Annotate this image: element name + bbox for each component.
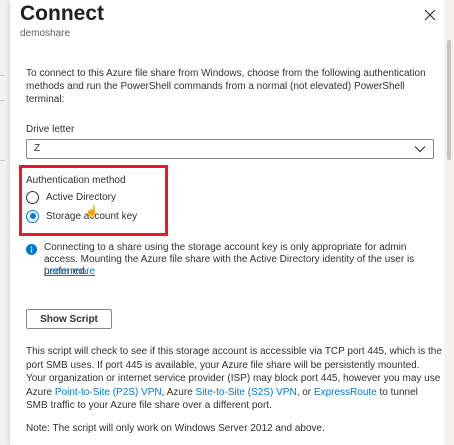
show-script-button[interactable]: Show Script: [26, 309, 112, 329]
radio-storage-account-key[interactable]: Storage account key: [26, 209, 137, 223]
page-scrollbar[interactable]: [444, 0, 454, 445]
radio-active-directory[interactable]: Active Directory: [26, 190, 116, 204]
s2s-vpn-link[interactable]: Site-to-Site (S2S) VPN: [196, 387, 297, 398]
radio-button-selected[interactable]: [26, 209, 39, 223]
drive-letter-label: Drive letter: [26, 124, 75, 135]
expressroute-link[interactable]: ExpressRoute: [314, 387, 377, 398]
chevron-down-icon: [414, 146, 426, 153]
close-button[interactable]: [424, 9, 436, 21]
script-description-text: , Azure: [161, 386, 196, 398]
panel-subtitle: demoshare: [20, 28, 71, 39]
panel-title: Connect: [20, 2, 104, 25]
drive-letter-dropdown[interactable]: Z: [26, 139, 434, 159]
background-divider: [0, 75, 5, 76]
close-icon: [424, 9, 436, 21]
learn-more-link[interactable]: Learn more: [44, 266, 95, 277]
background-divider: [0, 160, 5, 161]
radio-button[interactable]: [26, 190, 39, 204]
scrollbar-thumb[interactable]: [447, 40, 451, 160]
info-icon: [26, 244, 37, 255]
p2s-vpn-link[interactable]: Point-to-Site (P2S) VPN: [55, 387, 162, 398]
radio-label: Active Directory: [46, 191, 117, 203]
connect-panel: Connect demoshare To connect to this Azu…: [10, 0, 444, 445]
info-message: Connecting to a share using the storage …: [44, 242, 415, 277]
background-divider: [0, 100, 5, 101]
script-description: This script will check to see if this st…: [26, 345, 442, 413]
auth-method-label: Authentication method: [26, 175, 126, 186]
mouse-cursor-icon: ☝: [85, 206, 99, 218]
drive-letter-value: Z: [34, 143, 41, 154]
intro-text: To connect to this Azure file share from…: [26, 68, 426, 105]
script-description-text: , or: [296, 386, 314, 398]
background-page-edge: [0, 0, 10, 445]
compatibility-note: Note: The script will only work on Windo…: [26, 423, 325, 434]
